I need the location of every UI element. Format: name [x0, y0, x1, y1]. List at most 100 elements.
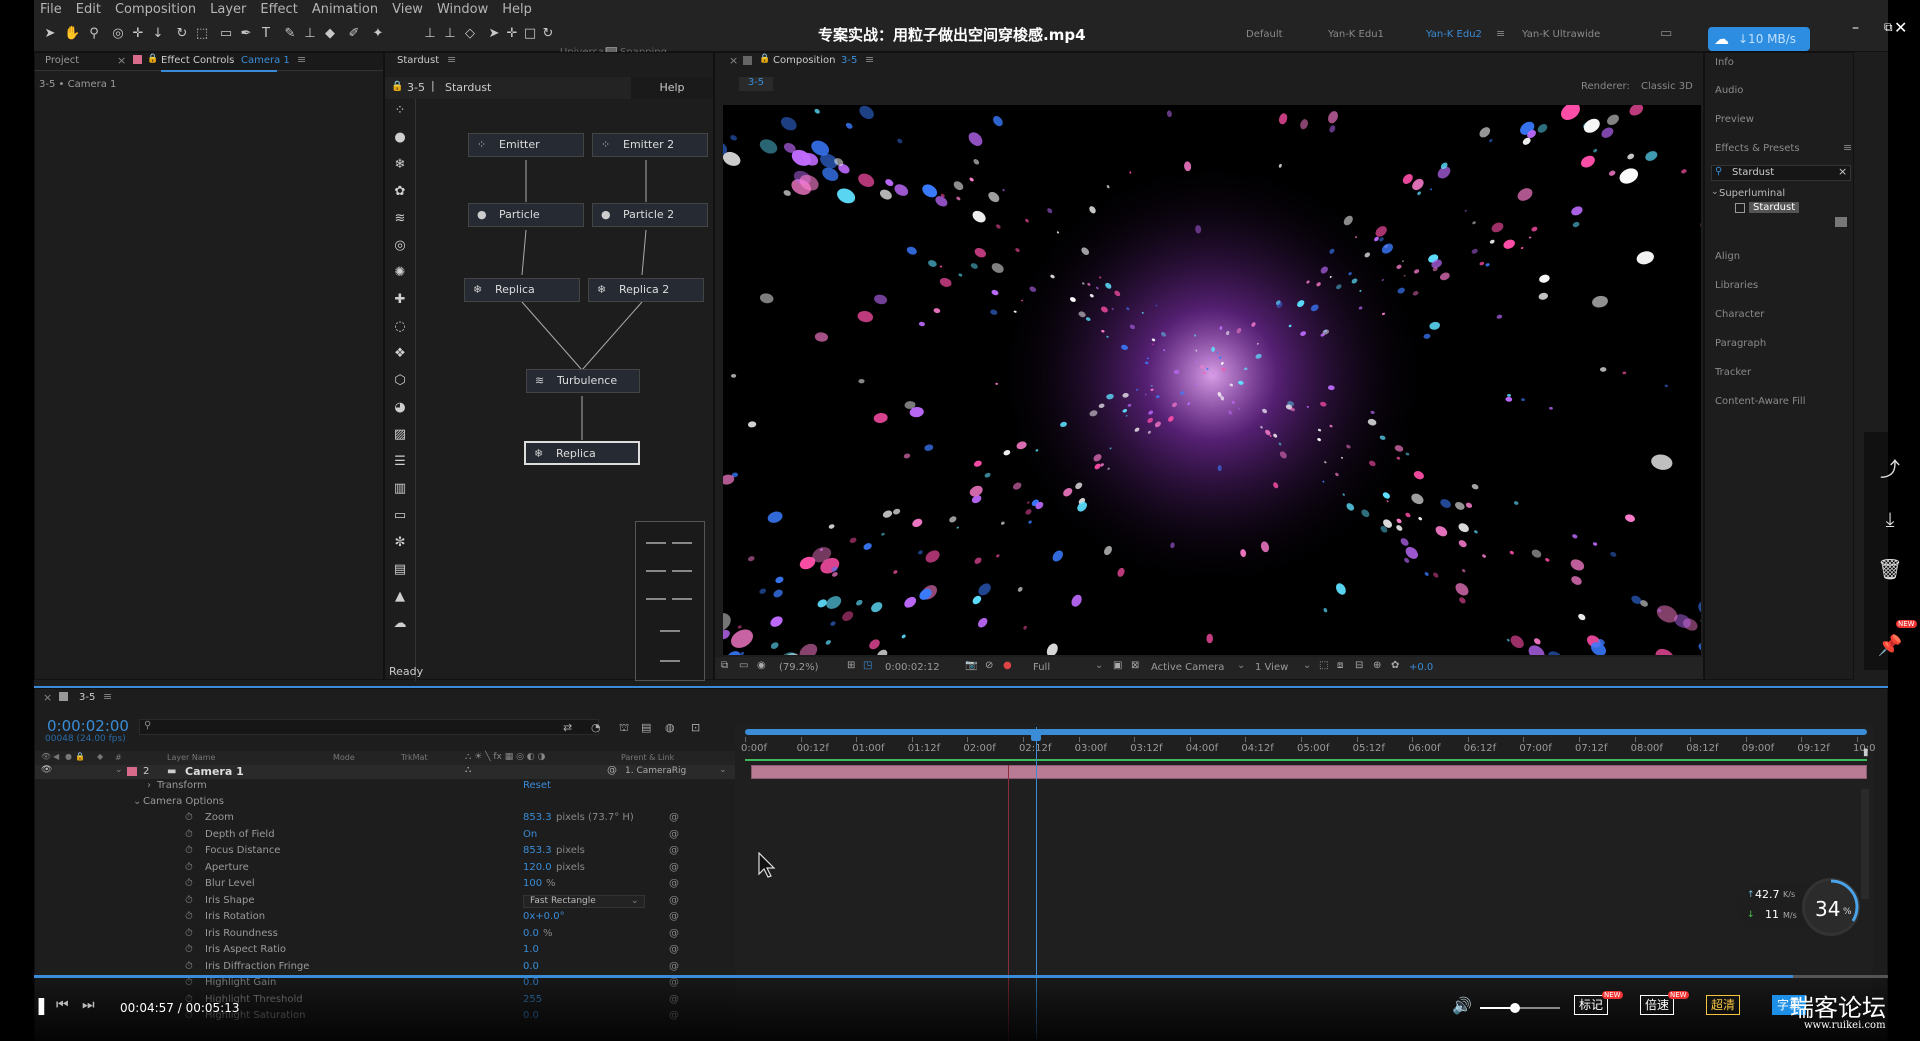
- expression-pickwhip-icon[interactable]: @: [669, 844, 679, 858]
- transform-reset[interactable]: Reset: [523, 779, 551, 793]
- workspace-menu-icon[interactable]: ≡: [1496, 27, 1505, 40]
- expression-pickwhip-icon[interactable]: @: [669, 910, 679, 924]
- stopwatch-icon[interactable]: ⏱: [185, 877, 193, 891]
- stopwatch-icon[interactable]: ⏱: [185, 811, 193, 825]
- lock-icon[interactable]: 🔒: [147, 54, 158, 64]
- type-tool-icon[interactable]: T: [258, 26, 274, 42]
- prop-value[interactable]: 853.3: [523, 844, 552, 858]
- gradient-tool-icon[interactable]: ▨: [389, 424, 411, 446]
- timeline-search-input[interactable]: ⚲: [139, 719, 599, 735]
- folder-chevron-icon[interactable]: ⌄: [1711, 187, 1719, 197]
- channel-icon[interactable]: ●: [1003, 660, 1012, 671]
- timeline-icon[interactable]: ⊟: [1355, 660, 1363, 671]
- stopwatch-icon[interactable]: ⏱: [185, 894, 193, 908]
- menu-animation[interactable]: Animation: [312, 2, 378, 17]
- panel-libraries[interactable]: Libraries: [1715, 280, 1758, 291]
- layer-label-color[interactable]: [127, 767, 137, 776]
- model-tool-icon[interactable]: ⬡: [389, 370, 411, 392]
- prop-group-transform[interactable]: › Transform Reset: [35, 779, 735, 793]
- expand-layer-icon[interactable]: ⌄: [115, 765, 123, 775]
- comp-flowchart-icon[interactable]: ⇄: [563, 721, 572, 734]
- pan-tool-icon[interactable]: ✛: [130, 26, 146, 42]
- panel-info[interactable]: Info: [1715, 57, 1734, 68]
- panel-menu-icon[interactable]: ≡: [297, 53, 306, 66]
- group-tool-icon[interactable]: ❖: [389, 343, 411, 365]
- comp-lock-icon[interactable]: 🔒: [759, 54, 770, 64]
- resolution-select[interactable]: Full: [1033, 662, 1050, 673]
- prop-value[interactable]: 120.0: [523, 861, 552, 875]
- clear-search-icon[interactable]: ×: [1838, 165, 1847, 178]
- volume-knob[interactable]: [1510, 1003, 1520, 1013]
- vortex-tool-icon[interactable]: ◎: [389, 235, 411, 257]
- panel-character[interactable]: Character: [1715, 309, 1764, 320]
- maximize-icon[interactable]: ⧉: [1884, 20, 1893, 35]
- clone-stamp-tool-icon[interactable]: ⊥: [302, 26, 318, 42]
- delete-icon[interactable]: 🗑: [1873, 552, 1907, 586]
- frame-blending-icon[interactable]: ▤: [641, 721, 651, 734]
- particle-tool-icon[interactable]: ●: [389, 127, 411, 149]
- display-icon[interactable]: ▭: [739, 660, 748, 671]
- timeline-current-time[interactable]: 0:00:02:00: [47, 717, 129, 735]
- timeline-menu-icon[interactable]: ≡: [103, 690, 112, 703]
- stopwatch-icon[interactable]: ⏱: [185, 844, 193, 858]
- prop-value[interactable]: 100: [523, 877, 542, 891]
- expression-pickwhip-icon[interactable]: @: [669, 960, 679, 974]
- region-icon[interactable]: ▣: [1113, 660, 1122, 671]
- stardust-lock-icon[interactable]: 🔒: [391, 81, 403, 92]
- stardust-panel-menu-icon[interactable]: ≡: [447, 53, 456, 66]
- menu-view[interactable]: View: [392, 2, 423, 17]
- workspace-ultrawide[interactable]: Yan-K Ultrawide: [1522, 29, 1600, 40]
- tab-composition[interactable]: Composition: [773, 55, 835, 66]
- playhead-handle[interactable]: [1031, 731, 1041, 741]
- effects-search-input[interactable]: ⚲ Stardust ×: [1711, 165, 1851, 181]
- axis-view-icon[interactable]: ◇: [462, 26, 478, 42]
- eraser-tool-icon[interactable]: ◆: [322, 26, 338, 42]
- close-timeline-icon[interactable]: ×: [43, 691, 52, 704]
- end-marker-icon[interactable]: ▮: [1863, 747, 1873, 767]
- panel-tracker[interactable]: Tracker: [1715, 367, 1751, 378]
- exposure-value[interactable]: +0.0: [1409, 662, 1433, 673]
- rectangle-tool-icon[interactable]: ▭: [218, 26, 234, 42]
- node-particle[interactable]: ● Particle: [468, 203, 584, 227]
- replica-tool-icon[interactable]: ❄: [389, 154, 411, 176]
- fit-icon[interactable]: ⊞: [847, 660, 855, 671]
- panel-effects-presets[interactable]: Effects & Presets: [1715, 143, 1800, 154]
- prop-value[interactable]: 0x+0.0°: [523, 910, 565, 924]
- show-snapshot-icon[interactable]: ⊘: [985, 660, 993, 671]
- node-turbulence[interactable]: ≋ Turbulence: [526, 369, 640, 393]
- axis-world-icon[interactable]: ⊥: [442, 26, 458, 42]
- stardust-minimap[interactable]: [635, 521, 705, 681]
- expression-pickwhip-icon[interactable]: @: [669, 861, 679, 875]
- attract-tool-icon[interactable]: ✺: [389, 262, 411, 284]
- stopwatch-icon[interactable]: ⏱: [185, 910, 193, 924]
- zoom-level[interactable]: (79.2%): [779, 662, 819, 673]
- expression-pickwhip-icon[interactable]: @: [669, 828, 679, 842]
- quality-button[interactable]: 超清: [1706, 995, 1741, 1015]
- cloud-tool-icon[interactable]: ☁: [389, 613, 411, 635]
- vertical-scrollbar[interactable]: [1861, 789, 1869, 899]
- pause-icon[interactable]: ❚❚: [34, 996, 49, 1016]
- exposure-icon[interactable]: ✿: [1391, 660, 1399, 671]
- anchor-tool-icon[interactable]: ⬚: [194, 26, 210, 42]
- work-area-bar[interactable]: [745, 729, 1867, 735]
- stopwatch-icon[interactable]: ⏱: [185, 960, 193, 974]
- emitter-tool-icon[interactable]: ⁘: [389, 100, 411, 122]
- node-replica-selected[interactable]: ❄ Replica: [524, 441, 640, 465]
- snapshot-icon[interactable]: 📷: [965, 660, 977, 671]
- effect-stardust-item[interactable]: Stardust: [1749, 202, 1800, 213]
- prop-value[interactable]: 1.0: [523, 943, 539, 957]
- tab-stardust[interactable]: Stardust: [397, 55, 439, 66]
- spin-tool-icon[interactable]: ◌: [389, 316, 411, 338]
- mask-icon[interactable]: ◉: [757, 660, 766, 671]
- stopwatch-icon[interactable]: ⏱: [185, 828, 193, 842]
- stopwatch-icon[interactable]: ⏱: [185, 861, 193, 875]
- draft-3d-icon[interactable]: ◔: [591, 721, 601, 734]
- universal-scale-icon[interactable]: □: [522, 26, 538, 42]
- panel-preview[interactable]: Preview: [1715, 114, 1754, 125]
- volume-slider[interactable]: [1480, 1003, 1560, 1013]
- renderer-value[interactable]: Classic 3D: [1641, 81, 1693, 92]
- hand-tool-icon[interactable]: ✋: [64, 26, 80, 42]
- menu-layer[interactable]: Layer: [210, 2, 246, 17]
- shy-layers-icon[interactable]: ⛫: [619, 721, 629, 736]
- panel-align[interactable]: Align: [1715, 251, 1740, 262]
